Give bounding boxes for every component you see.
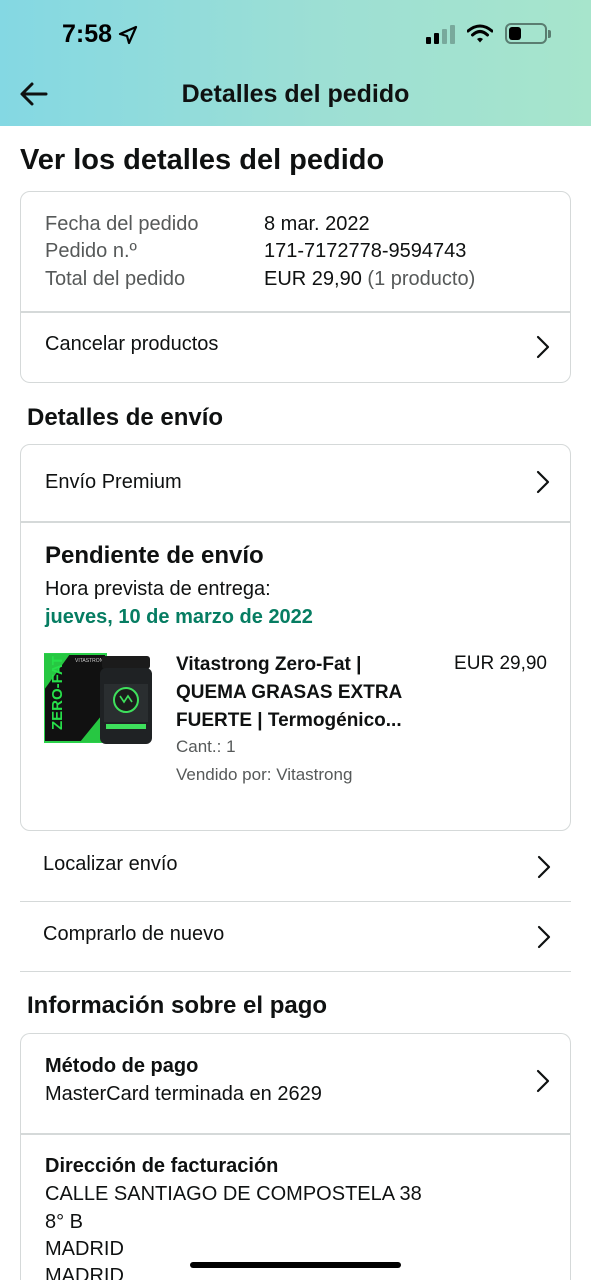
order-total: EUR 29,90 (1 producto)	[264, 268, 475, 291]
order-total-note: (1 producto)	[367, 268, 476, 290]
cellular-signal-icon	[426, 24, 455, 44]
product-price: EUR 29,90	[454, 653, 547, 674]
shipment-status: Pendiente de envío	[45, 542, 264, 569]
order-number-label: Pedido n.º	[45, 240, 137, 262]
cancel-products-row[interactable]: Cancelar productos	[21, 313, 570, 383]
clock-text: 7:58	[62, 20, 113, 48]
nav-title: Detalles del pedido	[181, 80, 410, 108]
header-bar: 7:58 Detalles del pedido	[0, 0, 591, 126]
payment-method-value: MasterCard terminada en 2629	[45, 1083, 322, 1105]
cancel-products-label: Cancelar productos	[45, 333, 219, 355]
track-shipment-row[interactable]: Localizar envío	[20, 832, 571, 902]
billing-address-line: CALLE SANTIAGO DE COMPOSTELA 38	[45, 1183, 422, 1205]
order-date-value: 8 mar. 2022	[264, 213, 370, 235]
product-title-line: QUEMA GRASAS EXTRA	[176, 682, 403, 703]
billing-address-title: Dirección de facturación	[45, 1155, 279, 1177]
shipping-section-title: Detalles de envío	[27, 404, 224, 431]
product-image-label: ZERO-FAT	[49, 656, 66, 730]
home-indicator[interactable]	[190, 1262, 401, 1268]
order-summary-card: Fecha del pedido 8 mar. 2022 Pedido n.º …	[20, 191, 571, 383]
chevron-right-icon	[537, 925, 551, 949]
chevron-right-icon	[536, 335, 550, 359]
billing-address-line: 8° B	[45, 1211, 84, 1233]
divider	[21, 1133, 570, 1135]
divider	[21, 521, 570, 523]
product-seller: Vendido por: Vitastrong	[176, 765, 353, 784]
product-quantity: Cant.: 1	[176, 737, 236, 756]
payment-card: Método de pago MasterCard terminada en 2…	[20, 1033, 571, 1280]
order-number-value: 171-7172778-9594743	[264, 240, 467, 262]
billing-address-line: MADRID	[45, 1265, 124, 1280]
battery-level	[509, 27, 521, 40]
status-icons	[426, 23, 551, 44]
product-title-line: FUERTE | Termogénico...	[176, 710, 402, 731]
product-title[interactable]: Vitastrong Zero-Fat | QUEMA GRASAS EXTRA…	[176, 651, 426, 735]
track-shipment-label: Localizar envío	[43, 853, 178, 875]
eta-label: Hora prevista de entrega:	[45, 578, 271, 600]
buy-again-label: Comprarlo de nuevo	[43, 923, 225, 945]
payment-method-title: Método de pago	[45, 1055, 199, 1077]
product-image[interactable]: ZERO-FAT VITASTRONG	[44, 650, 154, 746]
chevron-right-icon	[537, 855, 551, 879]
wifi-icon	[467, 24, 493, 42]
page-title: Ver los detalles del pedido	[20, 144, 385, 176]
shipping-card: Envío Premium Pendiente de envío Hora pr…	[20, 444, 571, 831]
status-bar-time: 7:58	[62, 20, 138, 49]
location-arrow-icon	[118, 25, 138, 44]
product-title-line: Vitastrong Zero-Fat |	[176, 654, 362, 675]
order-total-value: EUR 29,90	[264, 268, 362, 290]
buy-again-row[interactable]: Comprarlo de nuevo	[20, 902, 571, 972]
shipping-method-row[interactable]: Envío Premium	[21, 445, 570, 521]
chevron-right-icon	[536, 470, 550, 494]
shipping-method-label: Envío Premium	[45, 471, 182, 493]
order-total-label: Total del pedido	[45, 268, 186, 290]
payment-section-title: Información sobre el pago	[27, 992, 328, 1019]
eta-date: jueves, 10 de marzo de 2022	[45, 606, 313, 628]
order-date-label: Fecha del pedido	[45, 213, 199, 235]
battery-icon	[505, 23, 551, 44]
chevron-right-icon	[536, 1069, 550, 1093]
payment-method-row[interactable]: Método de pago MasterCard terminada en 2…	[21, 1034, 570, 1133]
billing-address-line: MADRID	[45, 1238, 124, 1260]
